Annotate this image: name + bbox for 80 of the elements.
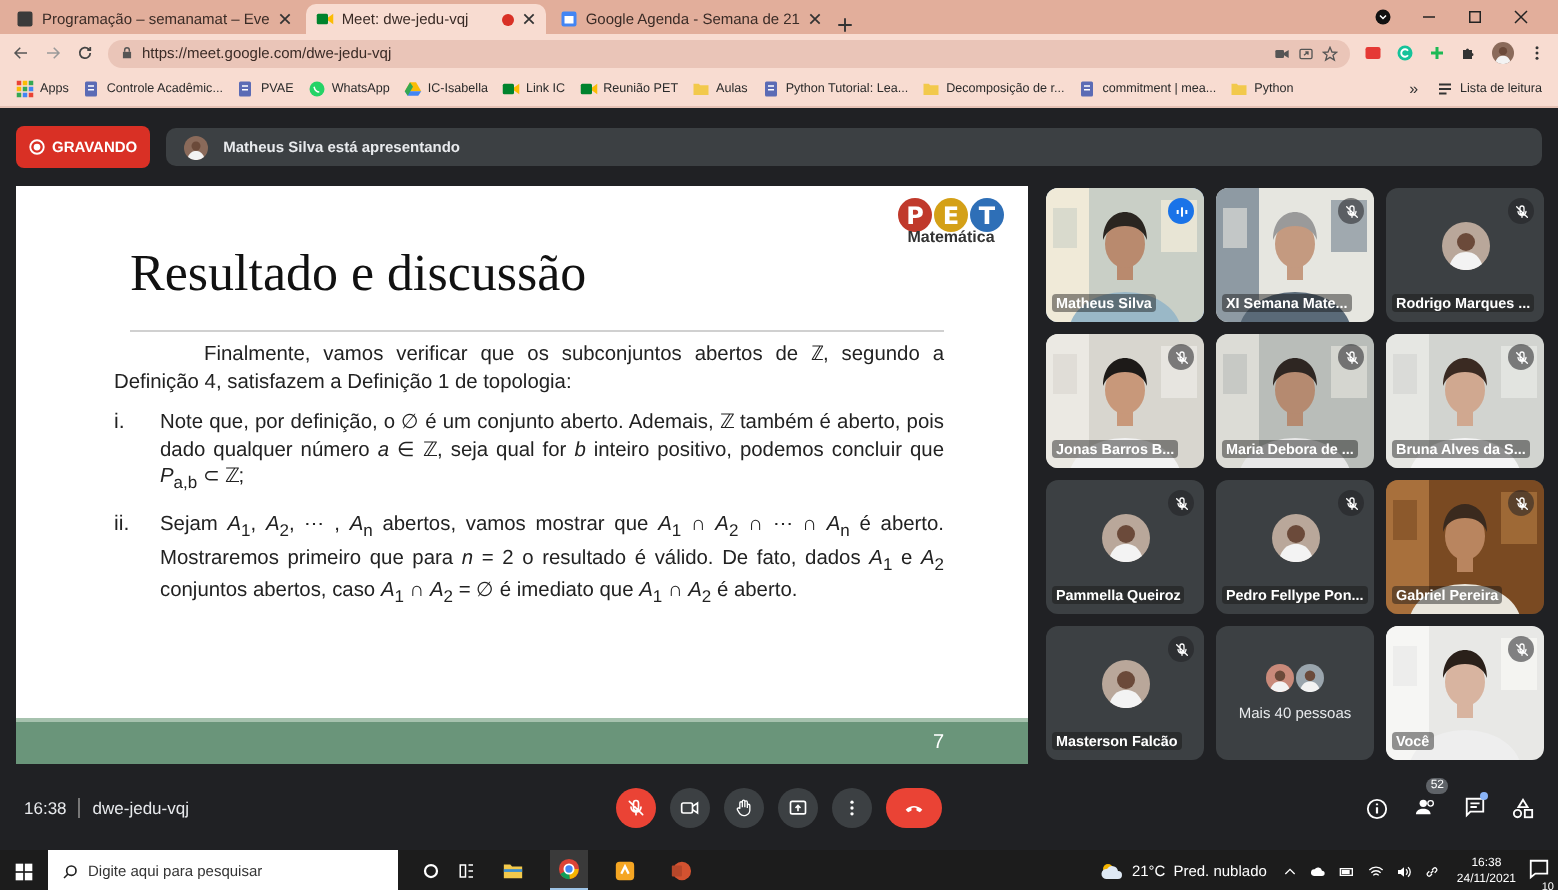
more-options-button[interactable]: [832, 788, 872, 828]
activities-icon[interactable]: [1512, 797, 1534, 819]
microphone-button[interactable]: [616, 788, 656, 828]
cloud-icon[interactable]: [1310, 863, 1327, 879]
wifi-icon[interactable]: [1368, 863, 1385, 879]
raise-hand-button[interactable]: [724, 788, 764, 828]
leave-call-button[interactable]: [886, 788, 942, 828]
apps-icon: [16, 80, 34, 98]
triangle-icon: [403, 80, 422, 98]
bookmarks-overflow[interactable]: »: [1401, 80, 1427, 98]
share-icon[interactable]: [1298, 45, 1314, 61]
close-icon[interactable]: [277, 12, 292, 26]
slide-paragraph: Sejam A$_{1}$, A$_{2}$, ⋯ , A$_{n}$ abertos, vamos mostrar que A$_{1}$ ∩ A$_{2}$ ∩ ⋯ ∩ A$_{n}$ é aberto. Mostraremos primeiro que para n = 2 o resultado é válido. De fato, dados A$_{1}$ e A$_{2}$ conjuntos abertos, caso A$_{1}$ ∩ A$_{2}$ = ∅ é imediato que A$_{1}$ ∩ A$_{2}$ é aberto.: [160, 512, 944, 611]
slide-paragraph: Note que, por definição, o ∅ é um conjunto aberto. Ademais, ℤ também é aberto, pois dado qualquer número a ∈ ℤ, seja qual for b inteiro positivo, podemos concluir que P$_{a,b}$ ⊂ ℤ;: [160, 410, 944, 497]
page-icon: [761, 80, 780, 98]
star-icon[interactable]: [1322, 45, 1338, 61]
list-marker: i.: [114, 410, 127, 439]
puzzle-icon[interactable]: [1460, 44, 1478, 62]
link-icon[interactable]: [1424, 863, 1441, 879]
battery-icon[interactable]: [1338, 863, 1357, 879]
close-icon[interactable]: [1512, 8, 1530, 26]
task-view-icon[interactable]: [458, 862, 476, 880]
logo-drawing: P E T Matemática: [898, 198, 1004, 246]
avatar-icon: [1296, 664, 1324, 692]
chat-icon: [1464, 795, 1486, 817]
camera-button[interactable]: [670, 788, 710, 828]
reload-icon[interactable]: [76, 44, 94, 62]
chevron-up-icon[interactable]: [1282, 863, 1299, 879]
avatar-icon: [1266, 664, 1294, 692]
present-screen-button[interactable]: [778, 788, 818, 828]
page-icon: [82, 80, 101, 98]
page-number: 7: [932, 732, 944, 754]
record-icon: [28, 138, 46, 156]
extension-icon[interactable]: [1364, 44, 1382, 62]
folder-icon: [692, 80, 711, 98]
favicon-icon: [559, 10, 578, 28]
avatar-icon: [1271, 513, 1319, 561]
close-icon[interactable]: [521, 12, 536, 26]
browser-icon[interactable]: [558, 858, 580, 880]
avatar-icon: [183, 135, 208, 159]
people-icon: [1414, 795, 1438, 817]
page-icon: [1078, 80, 1097, 98]
video-camera-icon: [501, 80, 520, 98]
folder-icon: [922, 80, 941, 98]
microphone-icon: [626, 798, 646, 818]
windows-start-icon[interactable]: [14, 861, 34, 881]
meeting-code: dwe-jedu-vqj: [92, 798, 189, 818]
list-marker: ii.: [114, 512, 132, 540]
slide-paragraph: Finalmente, vamos verificar que os subconjuntos abertos de ℤ, segundo a Definição 4, satisfazem a Definição 1 de topologia:: [114, 342, 944, 397]
tab-search-icon[interactable]: [1374, 8, 1392, 26]
hand-icon: [734, 798, 754, 818]
video-camera-icon: [579, 80, 598, 98]
present-icon: [788, 798, 808, 818]
avatar-icon: [1101, 659, 1149, 707]
camera-icon[interactable]: [1274, 45, 1290, 61]
app-icon[interactable]: [614, 860, 636, 882]
close-icon[interactable]: [807, 12, 822, 26]
back-icon[interactable]: [12, 44, 30, 62]
folder-icon: [1230, 80, 1249, 98]
folder-icon[interactable]: [502, 860, 524, 882]
favicon-icon: [16, 10, 34, 28]
profile-avatar-icon: [1492, 42, 1514, 64]
weather-icon: [1099, 862, 1124, 880]
presentation-app-icon[interactable]: [670, 860, 692, 882]
favicon-icon: [315, 10, 334, 28]
volume-icon[interactable]: [1396, 863, 1413, 879]
slide-title: Resultado e discussão: [130, 244, 587, 304]
maximize-icon[interactable]: [1466, 8, 1484, 26]
avatar-icon: [1101, 513, 1149, 561]
new-tab-icon[interactable]: [835, 16, 854, 34]
info-icon[interactable]: [1366, 797, 1388, 819]
camera-icon: [680, 798, 700, 818]
chat-icon: [307, 80, 326, 98]
meeting-time: 16:38: [24, 798, 67, 818]
avatar-icon: [1441, 221, 1489, 269]
lock-icon: [120, 46, 134, 60]
list-icon: [1436, 80, 1455, 98]
chat-button[interactable]: [1464, 793, 1486, 823]
cortana-icon[interactable]: [422, 862, 440, 880]
page-icon: [236, 80, 255, 98]
